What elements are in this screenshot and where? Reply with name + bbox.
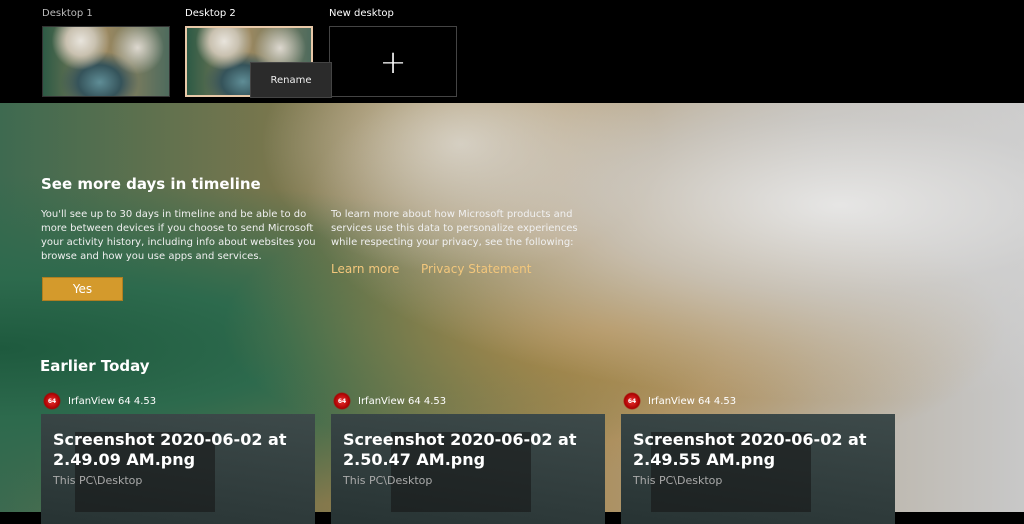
- irfanview-icon: 64: [43, 392, 61, 410]
- promo-right-text: To learn more about how Microsoft produc…: [331, 209, 578, 248]
- desktop-label: New desktop: [329, 8, 394, 19]
- desktop-label: Desktop 2: [185, 8, 236, 19]
- desktop-label: Desktop 1: [42, 8, 93, 19]
- promo-left-text: You'll see up to 30 days in timeline and…: [41, 209, 316, 262]
- activity-path: This PC\Desktop: [53, 474, 143, 487]
- irfanview-icon: 64: [333, 392, 351, 410]
- yes-button[interactable]: Yes: [42, 277, 123, 301]
- desktop-1[interactable]: Desktop 1: [42, 8, 170, 97]
- activity-title: Screenshot 2020-06-02 at 2.49.09 AM.png: [53, 430, 287, 469]
- activity-card[interactable]: 64 IrfanView 64 4.53 Screenshot 2020-06-0…: [331, 390, 605, 520]
- activity-preview[interactable]: Screenshot 2020-06-02 at 2.49.55 AM.png …: [621, 414, 895, 524]
- desktop-thumbnail[interactable]: [42, 26, 170, 97]
- new-desktop[interactable]: New desktop +: [329, 8, 457, 97]
- activity-title: Screenshot 2020-06-02 at 2.50.47 AM.png: [343, 430, 577, 469]
- activity-preview[interactable]: Screenshot 2020-06-02 at 2.49.09 AM.png …: [41, 414, 315, 524]
- activity-path: This PC\Desktop: [633, 474, 723, 487]
- activity-path: This PC\Desktop: [343, 474, 433, 487]
- activity-card[interactable]: 64 IrfanView 64 4.53 Screenshot 2020-06-0…: [41, 390, 315, 520]
- privacy-statement-link[interactable]: Privacy Statement: [421, 262, 531, 276]
- section-title: Earlier Today: [40, 357, 150, 375]
- app-name: IrfanView 64 4.53: [358, 395, 447, 407]
- rename-menu-item[interactable]: Rename: [250, 62, 332, 98]
- irfanview-icon: 64: [623, 392, 641, 410]
- activity-title: Screenshot 2020-06-02 at 2.49.55 AM.png: [633, 430, 867, 469]
- activity-card[interactable]: 64 IrfanView 64 4.53 Screenshot 2020-06-0…: [621, 390, 895, 520]
- app-name: IrfanView 64 4.53: [68, 395, 157, 407]
- virtual-desktops-bar: Desktop 1 Desktop 2 New desktop + Rename: [0, 0, 1024, 103]
- activity-preview[interactable]: Screenshot 2020-06-02 at 2.50.47 AM.png …: [331, 414, 605, 524]
- new-desktop-button[interactable]: +: [329, 26, 457, 97]
- plus-icon: +: [379, 42, 407, 81]
- learn-more-link[interactable]: Learn more: [331, 262, 399, 276]
- app-name: IrfanView 64 4.53: [648, 395, 737, 407]
- promo-title: See more days in timeline: [41, 175, 261, 193]
